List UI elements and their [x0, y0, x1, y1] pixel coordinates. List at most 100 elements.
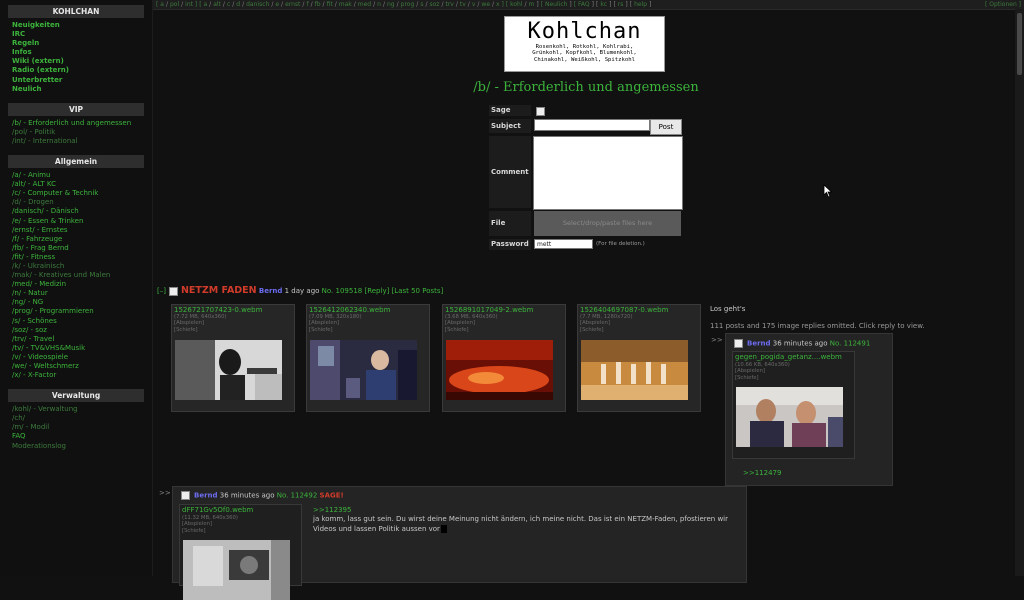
- board-nav-link[interactable]: alt: [213, 1, 221, 8]
- sidebar-link-rules[interactable]: Regeln: [12, 39, 152, 48]
- reply-checkbox[interactable]: [181, 491, 190, 500]
- sidebar-link-admin[interactable]: /m/ - Modil: [12, 423, 152, 432]
- file-name-link[interactable]: 1526404697087-0.webm: [578, 305, 700, 314]
- reply-checkbox[interactable]: [734, 339, 743, 348]
- sidebar-link-board[interactable]: /a/ - Animu: [12, 171, 152, 180]
- sidebar-link-board[interactable]: /v/ - Videospiele: [12, 353, 152, 362]
- video-thumbnail[interactable]: [446, 340, 553, 400]
- post-number-link[interactable]: No. 112491: [830, 340, 871, 348]
- file-name-link[interactable]: dFF71Gv5Of0.webm: [180, 505, 301, 515]
- sidebar-link-wiki[interactable]: Wiki (extern): [12, 57, 152, 66]
- board-nav-link[interactable]: [ a: [199, 1, 207, 8]
- sidebar-link-pol[interactable]: /pol/ - Politik: [12, 128, 152, 137]
- board-nav-link[interactable]: n: [377, 1, 381, 8]
- backlink[interactable]: >>112479: [743, 469, 781, 477]
- sidebar-link-board[interactable]: /f/ - Fahrzeuge: [12, 235, 152, 244]
- sidebar-link-board[interactable]: /prog/ - Programmieren: [12, 307, 152, 316]
- sidebar-link-irc[interactable]: IRC: [12, 30, 152, 39]
- password-input[interactable]: mett: [534, 239, 593, 249]
- board-nav-link[interactable]: help: [634, 1, 647, 8]
- video-thumbnail[interactable]: [310, 340, 417, 400]
- quote-link[interactable]: >>112395: [313, 506, 351, 514]
- board-nav-link[interactable]: e: [275, 1, 279, 8]
- reply-link[interactable]: [Reply]: [364, 287, 389, 295]
- sidebar-link-admin[interactable]: /ch/: [12, 414, 152, 423]
- subject-input[interactable]: [534, 119, 650, 131]
- sidebar-link-board[interactable]: /ng/ - NG: [12, 298, 152, 307]
- sidebar-link-recent[interactable]: Neulich: [12, 85, 152, 94]
- sidebar-link-board[interactable]: /trv/ - Travel: [12, 335, 152, 344]
- sidebar-link-admin[interactable]: /kohl/ - Verwaltung: [12, 405, 152, 414]
- sidebar-link-board[interactable]: /fb/ - Frag Bernd: [12, 244, 152, 253]
- sidebar-link-board[interactable]: /ernst/ - Ernstes: [12, 226, 152, 235]
- sidebar-link-subboards[interactable]: Unterbretter: [12, 76, 152, 85]
- board-nav-link[interactable]: s: [420, 1, 423, 8]
- sidebar-link-board[interactable]: /alt/ - ALT KC: [12, 180, 152, 189]
- comment-textarea[interactable]: [533, 136, 683, 210]
- post-number-link[interactable]: No. 112492: [277, 492, 318, 500]
- sidebar-link-board[interactable]: /med/ - Medizin: [12, 280, 152, 289]
- board-nav-link[interactable]: ernst: [285, 1, 300, 8]
- board-nav-link[interactable]: f: [306, 1, 308, 8]
- board-nav-link[interactable]: d: [236, 1, 240, 8]
- sidebar-link-board[interactable]: /tv/ - TV&VHS&Musik: [12, 344, 152, 353]
- board-nav-link[interactable]: fb: [315, 1, 321, 8]
- options-link[interactable]: [ Optionen ]: [985, 1, 1021, 8]
- board-nav-link[interactable]: m: [529, 1, 535, 8]
- board-nav-link[interactable]: ng: [387, 1, 395, 8]
- board-nav-link[interactable]: rs: [618, 1, 624, 8]
- board-nav-link[interactable]: v: [472, 1, 476, 8]
- sidebar-link-board[interactable]: /fit/ - Fitness: [12, 253, 152, 262]
- sidebar-link-modlog[interactable]: Moderationslog: [12, 442, 152, 451]
- sidebar-link-board[interactable]: /mak/ - Kreatives und Malen: [12, 271, 152, 280]
- board-nav-link[interactable]: [ FAQ: [574, 1, 590, 8]
- video-thumbnail[interactable]: [183, 540, 290, 600]
- board-nav-link[interactable]: trv: [445, 1, 453, 8]
- sidebar-link-infos[interactable]: Infos: [12, 48, 152, 57]
- video-thumbnail[interactable]: [175, 340, 282, 400]
- board-nav-link[interactable]: mak: [339, 1, 352, 8]
- sidebar-link-radio[interactable]: Radio (extern): [12, 66, 152, 75]
- sidebar-link-int[interactable]: /int/ - International: [12, 137, 152, 146]
- sidebar-link-b[interactable]: /b/ - Erforderlich und angemessen: [12, 119, 152, 128]
- video-thumbnail[interactable]: [581, 340, 688, 400]
- post-button[interactable]: Post: [650, 119, 682, 135]
- board-nav-link[interactable]: int ]: [185, 1, 197, 8]
- board-nav-link[interactable]: soz: [429, 1, 439, 8]
- sidebar-link-board[interactable]: /d/ - Drogen: [12, 198, 152, 207]
- file-name-link[interactable]: gegen_pogida_getanz....webm: [733, 352, 854, 362]
- board-nav-link[interactable]: [ kohl: [506, 1, 523, 8]
- sidebar-link-board[interactable]: /e/ - Essen & Trinken: [12, 217, 152, 226]
- sage-checkbox[interactable]: [536, 107, 545, 116]
- file-name-link[interactable]: 1526891017049-2.webm: [443, 305, 565, 314]
- sidebar-link-board[interactable]: /soz/ - soz: [12, 326, 152, 335]
- sidebar-link-board[interactable]: /k/ - Ukrainisch: [12, 262, 152, 271]
- last-50-posts-link[interactable]: [Last 50 Posts]: [392, 287, 444, 295]
- board-nav-link[interactable]: kc: [600, 1, 607, 8]
- video-thumbnail[interactable]: [736, 387, 843, 447]
- sidebar-link-board[interactable]: /x/ - X-Factor: [12, 371, 152, 380]
- board-nav-link[interactable]: [ Neulich: [541, 1, 568, 8]
- board-nav-link[interactable]: c: [227, 1, 230, 8]
- board-nav-link[interactable]: x ]: [496, 1, 504, 8]
- board-nav-link[interactable]: prog: [401, 1, 415, 8]
- board-nav-link[interactable]: fit: [327, 1, 333, 8]
- file-name-link[interactable]: 1526412062340.webm: [307, 305, 429, 314]
- board-nav-link[interactable]: [ a: [156, 1, 164, 8]
- sidebar-link-faq[interactable]: FAQ: [12, 432, 152, 441]
- sidebar-link-board[interactable]: /n/ - Natur: [12, 289, 152, 298]
- scrollbar[interactable]: [1015, 9, 1024, 576]
- file-name-link[interactable]: 1526721707423-0.webm: [172, 305, 294, 314]
- board-nav-link[interactable]: danisch: [246, 1, 269, 8]
- post-number-link[interactable]: No. 109518: [322, 287, 363, 295]
- board-nav-link[interactable]: we: [481, 1, 490, 8]
- board-nav-link[interactable]: pol: [170, 1, 179, 8]
- sidebar-link-board[interactable]: /s/ - Schönes: [12, 317, 152, 326]
- sidebar-link-board[interactable]: /danisch/ - Dänisch: [12, 207, 152, 216]
- file-dropzone[interactable]: Select/drop/paste files here: [534, 211, 681, 236]
- collapse-thread-toggle[interactable]: [–]: [157, 287, 166, 295]
- scrollbar-thumb[interactable]: [1017, 13, 1022, 75]
- board-nav-link[interactable]: tv: [460, 1, 466, 8]
- board-nav-link[interactable]: med: [358, 1, 371, 8]
- sidebar-link-news[interactable]: Neuigkeiten: [12, 21, 152, 30]
